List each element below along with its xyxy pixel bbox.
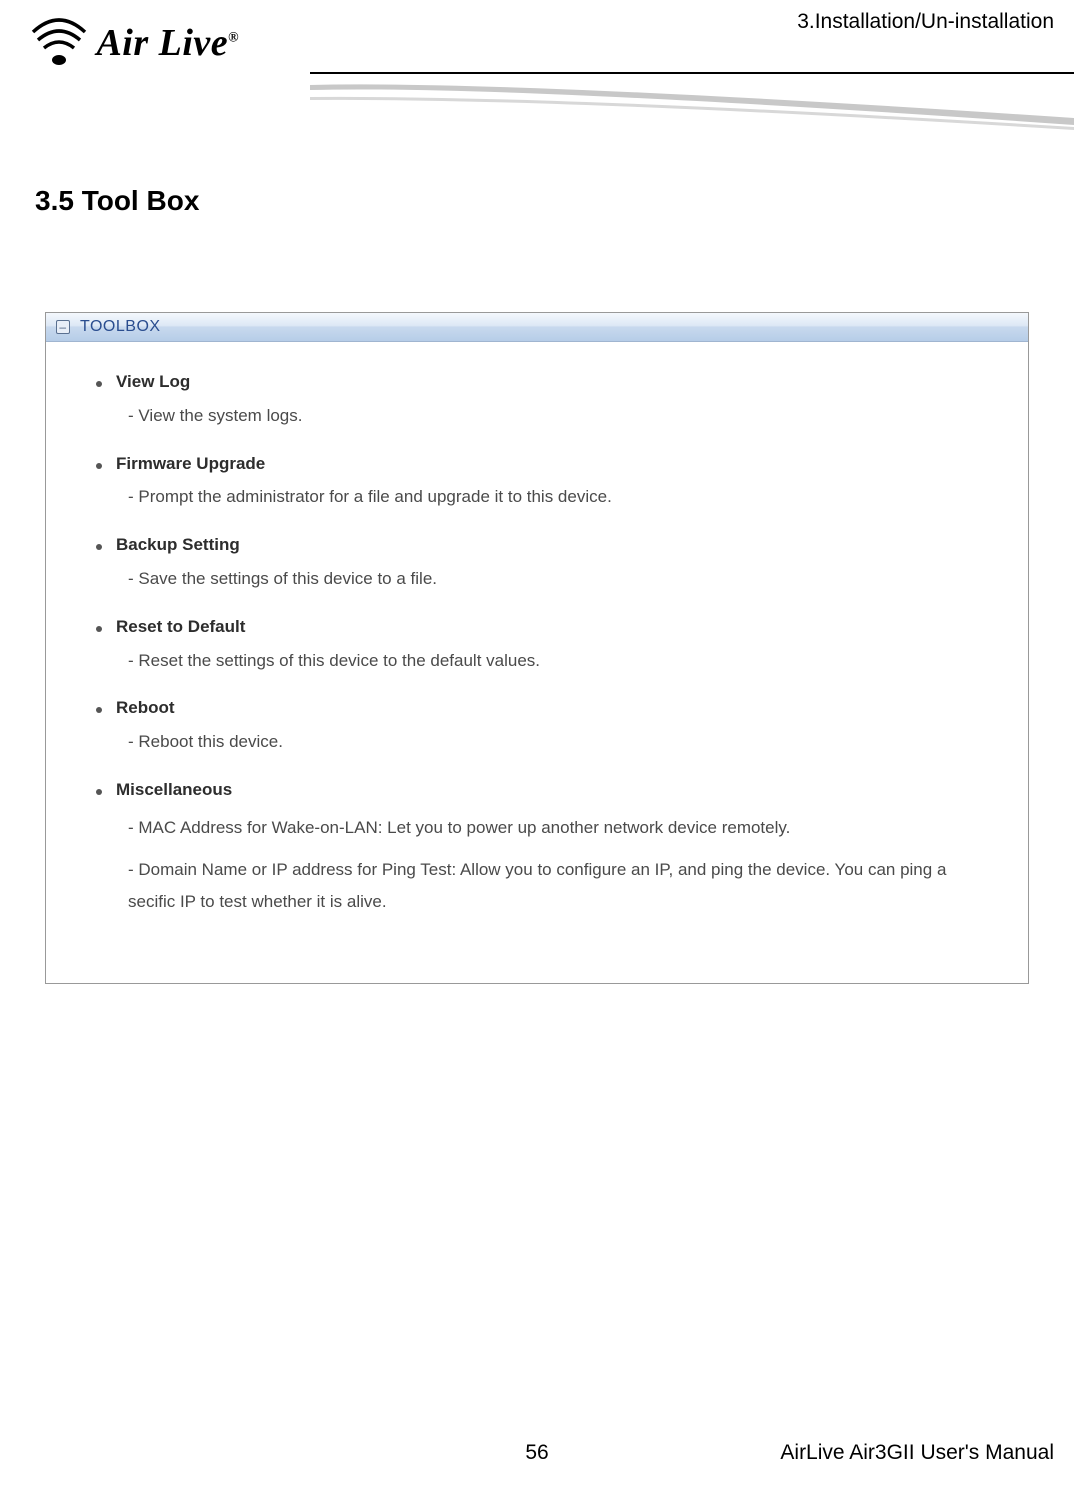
bullet-icon [96,463,102,469]
chapter-label: 3.Installation/Un-installation [797,10,1054,34]
item-title[interactable]: View Log [116,370,190,394]
item-title[interactable]: Backup Setting [116,533,240,557]
panel-title: TOOLBOX [80,318,161,336]
item-firmware-upgrade: Firmware Upgrade - Prompt the administra… [96,452,978,510]
page-footer: 56 AirLive Air3GII User's Manual [0,1441,1074,1465]
toolbox-panel: – TOOLBOX View Log - View the system log… [45,312,1029,984]
bullet-icon [96,626,102,632]
manual-title: AirLive Air3GII User's Manual [780,1441,1054,1465]
collapse-icon[interactable]: – [56,320,70,334]
bullet-icon [96,381,102,387]
bullet-icon [96,544,102,550]
item-title[interactable]: Firmware Upgrade [116,452,265,476]
item-title[interactable]: Miscellaneous [116,778,232,802]
item-reboot: Reboot - Reboot this device. [96,696,978,754]
item-desc: - View the system logs. [128,404,978,428]
item-desc: - Reboot this device. [128,730,978,754]
item-title[interactable]: Reboot [116,696,175,720]
item-view-log: View Log - View the system logs. [96,370,978,428]
header-swoosh [310,80,1074,130]
page-number: 56 [525,1441,548,1465]
wifi-icon [30,18,88,68]
brand-logo: Air Live® [30,18,310,98]
item-desc: - Reset the settings of this device to t… [128,649,978,673]
item-title[interactable]: Reset to Default [116,615,245,639]
item-reset-to-default: Reset to Default - Reset the settings of… [96,615,978,673]
panel-body: View Log - View the system logs. Firmwar… [46,342,1028,983]
item-miscellaneous: Miscellaneous - MAC Address for Wake-on-… [96,778,978,919]
item-desc: - MAC Address for Wake-on-LAN: Let you t… [128,812,978,844]
bullet-icon [96,707,102,713]
bullet-icon [96,789,102,795]
panel-header[interactable]: – TOOLBOX [46,313,1028,342]
item-desc: - Save the settings of this device to a … [128,567,978,591]
item-backup-setting: Backup Setting - Save the settings of th… [96,533,978,591]
item-desc: - Domain Name or IP address for Ping Tes… [128,854,978,919]
page-header: 3.Installation/Un-installation Air Live® [0,0,1074,130]
header-divider [310,72,1074,74]
section-title: 3.5 Tool Box [35,185,1074,217]
logo-text: Air Live® [96,21,239,65]
item-desc: - Prompt the administrator for a file an… [128,485,978,509]
